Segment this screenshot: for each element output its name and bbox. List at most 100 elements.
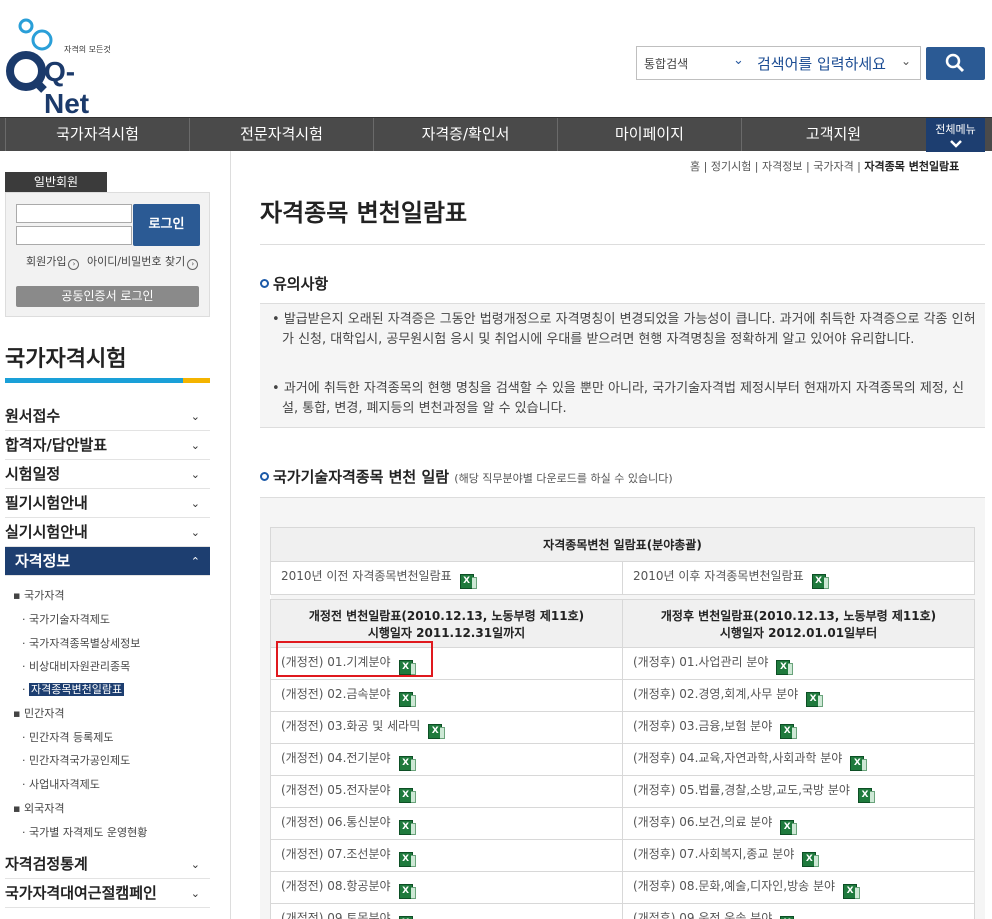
submenu-national[interactable]: ▪ 국가자격 [13, 587, 64, 603]
excel-icon[interactable]: X [398, 787, 416, 803]
id-input[interactable] [16, 204, 132, 223]
search-icon [945, 53, 965, 73]
chevron-down-icon: ⌄ [190, 410, 200, 423]
sidebar-item-campaign[interactable]: 국가자격대여근절캠페인 ⌄ [5, 879, 210, 908]
submenu-item[interactable]: · 사업내자격제도 [22, 776, 100, 792]
cert-login-button[interactable]: 공동인증서 로그인 [16, 286, 199, 307]
chevron-down-icon [949, 140, 962, 148]
excel-icon[interactable]: X [780, 723, 798, 739]
divider [260, 244, 985, 245]
nav-support[interactable]: 고객지원 [741, 118, 925, 151]
excel-icon[interactable]: X [843, 883, 861, 899]
search-input[interactable]: 검색어를 입력하세요 [757, 53, 886, 74]
nav-mypage[interactable]: 마이페이지 [557, 118, 741, 151]
login-box: 로그인 회원가입 › 아이디/비밀번호 찾기 › 공동인증서 로그인 [5, 192, 210, 317]
submenu-item[interactable]: · 민간자격 등록제도 [22, 729, 113, 745]
breadcrumb-home[interactable]: 홈 [690, 160, 700, 173]
submenu-item[interactable]: · 민간자격국가공인제도 [22, 752, 130, 768]
nav-national-exam[interactable]: 국가자격시험 [5, 118, 189, 151]
search-button[interactable] [926, 47, 985, 80]
sidebar-item-schedule[interactable]: 시험일정 ⌄ [5, 460, 210, 489]
breadcrumb-item[interactable]: 자격정보 [762, 160, 802, 173]
submenu-item[interactable]: · 국가별 자격제도 운영현황 [22, 824, 147, 840]
excel-icon[interactable]: X [806, 691, 824, 707]
sidebar-item-practical-guide[interactable]: 실기시험안내 ⌄ [5, 518, 210, 547]
history-table: 자격종목변천 일람표(분야총괄) 2010년 이전 자격종목변천일람표 X 201… [270, 527, 975, 919]
chevron-down-icon: ⌄ [901, 54, 912, 68]
excel-icon[interactable]: X [398, 915, 416, 919]
nav-certificate[interactable]: 자격증/확인서 [373, 118, 557, 151]
summary-after-cell[interactable]: 2010년 이후 자격종목변천일람표 X [622, 561, 975, 595]
summary-before-cell[interactable]: 2010년 이전 자격종목변천일람표 X [270, 561, 623, 595]
excel-icon[interactable]: X [780, 819, 798, 835]
breadcrumb: 홈 | 정기시험 | 자격정보 | 국가자격 | 자격종목 변천일람표 [690, 160, 960, 173]
excel-icon[interactable]: X [811, 574, 829, 589]
excel-icon[interactable]: X [850, 755, 868, 771]
logo-tagline: 자격의 모든것 [64, 45, 111, 54]
bullet-circle-icon [260, 279, 269, 288]
chevron-down-icon: ⌄ [190, 887, 200, 900]
chevron-down-icon: ⌄ [733, 53, 744, 68]
excel-icon[interactable]: X [398, 691, 416, 707]
nav-professional-exam[interactable]: 전문자격시험 [189, 118, 373, 151]
password-input[interactable] [16, 226, 132, 245]
excel-icon[interactable]: X [398, 883, 416, 899]
signup-link[interactable]: 회원가입 [26, 255, 66, 268]
chevron-down-icon: ⌄ [190, 497, 200, 510]
excel-icon[interactable]: X [802, 851, 820, 867]
search-scope-select[interactable]: 통합검색 [644, 55, 688, 72]
page-title: 자격종목 변천일람표 [260, 199, 468, 227]
sidebar-item-results[interactable]: 합격자/답안발표 ⌄ [5, 431, 210, 460]
find-account-link[interactable]: 아이디/비밀번호 찾기 [87, 255, 185, 268]
breadcrumb-item[interactable]: 정기시험 [711, 160, 751, 173]
excel-icon[interactable]: X [398, 851, 416, 867]
bullet-circle-icon [260, 472, 269, 481]
sidebar-item-qualification-info[interactable]: 자격정보 ⌃ [5, 547, 210, 576]
submenu-item[interactable]: · 비상대비자원관리종목 [22, 658, 130, 674]
sidebar-item-statistics[interactable]: 자격검정통계 ⌄ [5, 850, 210, 879]
chevron-down-icon: ⌄ [190, 439, 200, 452]
arrow-right-icon: › [68, 259, 80, 270]
all-menu-label: 전체메뉴 [935, 123, 976, 136]
excel-icon[interactable]: X [780, 915, 798, 919]
table-row: (개정전) 09.토목분야X(개정후) 09.운전,운송 분야X [270, 903, 975, 919]
notice-box: • 발급받은지 오래된 자격증은 그동안 법령개정으로 자격명칭이 변경되었을 … [260, 303, 985, 428]
all-menu-button[interactable]: 전체메뉴 [926, 118, 985, 152]
table-row: (개정전) 05.전자분야 X (개정후) 05.법률,경찰,소방,교도,국방 분야… [270, 775, 975, 808]
submenu-item[interactable]: · 국가기술자격제도 [22, 611, 110, 627]
chevron-up-icon: ⌃ [190, 555, 200, 568]
chevron-down-icon: ⌄ [190, 526, 200, 539]
table-row: (개정전) 03.화공 및 세라믹 X (개정후) 03.금융,보험 분야 X [270, 711, 975, 744]
col-header-after: 개정후 변천일람표(2010.12.13, 노동부령 제11호) 시행일자 201… [622, 599, 975, 648]
notice-heading: 유의사항 [260, 273, 328, 294]
breadcrumb-item[interactable]: 국가자격 [813, 160, 853, 173]
excel-icon[interactable]: X [857, 787, 875, 803]
excel-icon[interactable]: X [776, 659, 794, 675]
top-navigation: 국가자격시험 전문자격시험 자격증/확인서 마이페이지 고객지원 전체메뉴 [0, 117, 992, 152]
submenu-foreign[interactable]: ▪ 외국자격 [13, 800, 64, 816]
excel-icon[interactable]: X [398, 755, 416, 771]
submenu-item[interactable]: · 국가자격종목별상세정보 [22, 635, 140, 651]
title-underline [5, 378, 210, 383]
sidebar-title: 국가자격시험 [5, 347, 127, 372]
login-button[interactable]: 로그인 [133, 204, 200, 246]
table-row: (개정전) 02.금속분야 X (개정후) 02.경영,회계,사무 분야 X [270, 679, 975, 712]
header: 자격의 모든것 Q-Net 통합검색 ⌄ 검색어를 입력하세요 ⌄ [0, 0, 992, 119]
search-box: 통합검색 ⌄ 검색어를 입력하세요 ⌄ [636, 46, 921, 80]
excel-icon[interactable]: X [428, 723, 446, 739]
chevron-down-icon: ⌄ [190, 858, 200, 871]
sidebar-item-written-guide[interactable]: 필기시험안내 ⌄ [5, 489, 210, 518]
excel-icon[interactable]: X [398, 819, 416, 835]
sidebar-item-apply[interactable]: 원서접수 ⌄ [5, 402, 210, 431]
qnet-logo[interactable]: 자격의 모든것 Q-Net [4, 16, 114, 119]
submenu-private[interactable]: ▪ 민간자격 [13, 705, 64, 721]
member-tab[interactable]: 일반회원 [5, 172, 107, 192]
list-heading: 국가기술자격종목 변천 일람 (해당 직무분야별 다운로드를 하실 수 있습니다… [260, 466, 673, 487]
excel-icon[interactable]: X [459, 574, 477, 589]
highlight-box [276, 641, 433, 677]
submenu-item-active[interactable]: · 자격종목변천일람표 [22, 681, 125, 697]
table-header-all: 자격종목변천 일람표(분야총괄) [270, 527, 975, 562]
logo-text: Q-Net [44, 56, 90, 119]
notice-item: • 과거에 취득한 자격종목의 현행 명칭을 검색할 수 있을 뿐만 아니라, … [272, 381, 965, 416]
sidebar: 일반회원 로그인 회원가입 › 아이디/비밀번호 찾기 › 공동인증서 로그인 국가… [0, 151, 231, 919]
